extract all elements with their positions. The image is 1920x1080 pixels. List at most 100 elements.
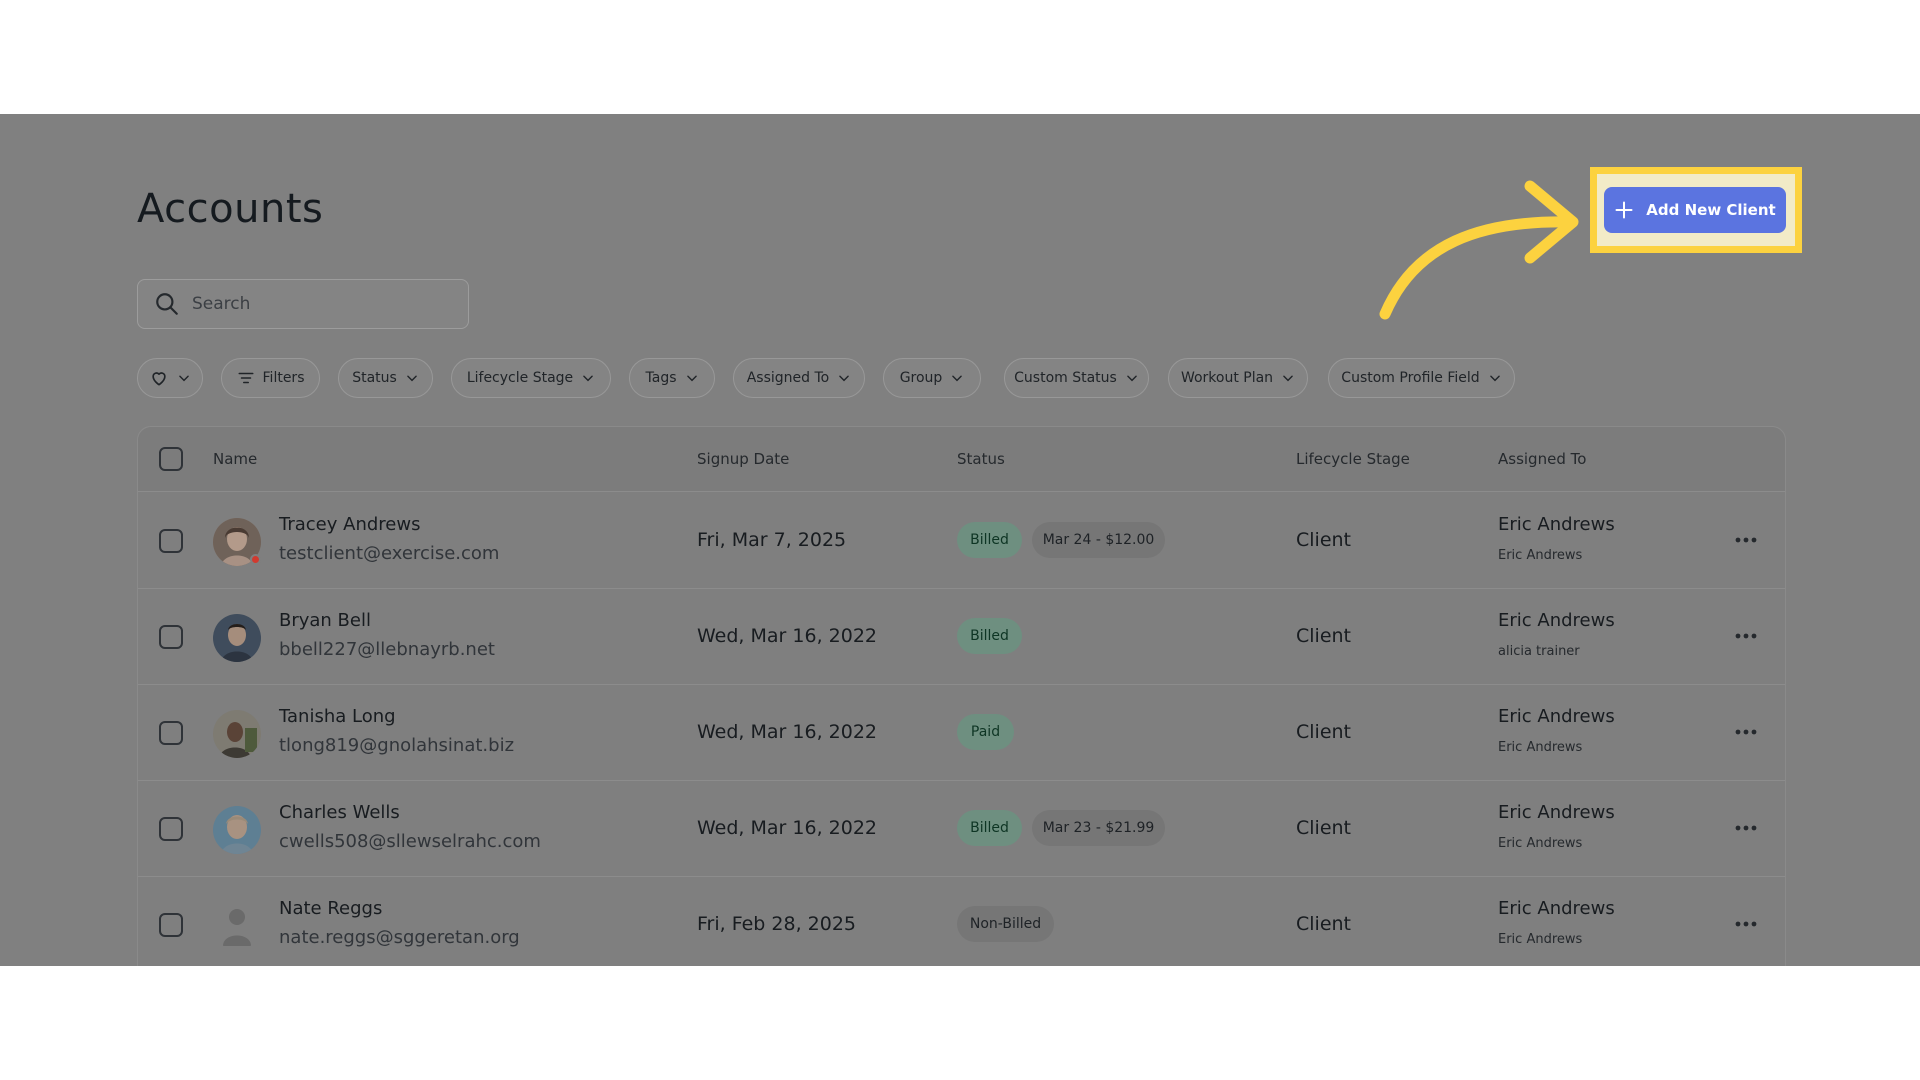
assigned-to-secondary: alicia trainer [1498,644,1580,659]
client-email: testclient@exercise.com [279,543,500,564]
more-options-icon[interactable] [1732,814,1760,842]
lifecycle-stage: Client [1296,529,1352,551]
status-dot [250,554,261,565]
assigned-to: Eric Andrews [1498,802,1615,823]
avatar [213,710,261,758]
status-filter-label: Status [352,370,397,386]
signup-date: Wed, Mar 16, 2022 [697,721,877,743]
assigned-filter-label: Assigned To [746,370,830,386]
status-badge: Billed [957,522,1022,558]
table-header: Name Signup Date Status Lifecycle Stage … [138,427,1785,492]
more-options-icon[interactable] [1732,910,1760,938]
add-new-client-label: Add New Client [1646,201,1776,219]
client-email: tlong819@gnolahsinat.biz [279,735,515,756]
chevron-down-icon [583,375,593,382]
table-row[interactable]: Tracey Andrews testclient@exercise.com F… [138,493,1785,589]
assigned-to-secondary: Eric Andrews [1498,548,1583,563]
client-name[interactable]: Charles Wells [279,802,400,823]
search-box[interactable] [137,279,469,329]
search-input[interactable] [192,294,442,314]
filters-label: Filters [262,370,305,386]
favorites-filter[interactable] [137,358,203,398]
chevron-down-icon [179,375,189,382]
filter-lines-icon [238,372,254,384]
header-assigned-to[interactable]: Assigned To [1498,450,1586,468]
group-filter[interactable]: Group [883,358,981,398]
guide-arrow-icon [1379,180,1579,320]
header-lifecycle-stage[interactable]: Lifecycle Stage [1296,450,1410,468]
more-options-icon[interactable] [1732,526,1760,554]
custom-status-filter[interactable]: Custom Status [1004,358,1149,398]
table-row[interactable]: Tanisha Long tlong819@gnolahsinat.biz We… [138,685,1785,781]
workout-plan-filter-label: Workout Plan [1180,370,1274,386]
status-badge: Billed [957,810,1022,846]
table-row[interactable]: Nate Reggs nate.reggs@sggeretan.org Fri,… [138,877,1785,966]
client-name[interactable]: Bryan Bell [279,610,371,631]
avatar [213,806,261,854]
row-checkbox[interactable] [159,529,183,553]
lifecycle-filter-label: Lifecycle Stage [466,370,574,386]
billing-badge: Mar 23 - $21.99 [1032,810,1165,846]
lifecycle-stage: Client [1296,913,1352,935]
chevron-down-icon [407,375,417,382]
lifecycle-stage: Client [1296,721,1352,743]
chevron-down-icon [1283,375,1293,382]
tags-filter-label: Tags [645,370,677,386]
client-name[interactable]: Nate Reggs [279,898,382,919]
more-options-icon[interactable] [1732,718,1760,746]
assigned-to: Eric Andrews [1498,514,1615,535]
status-badge: Billed [957,618,1022,654]
header-name[interactable]: Name [213,450,257,468]
add-new-client-button[interactable]: Add New Client [1604,187,1786,233]
assigned-to: Eric Andrews [1498,898,1615,919]
lifecycle-filter[interactable]: Lifecycle Stage [451,358,611,398]
more-options-icon[interactable] [1732,622,1760,650]
row-checkbox[interactable] [159,625,183,649]
assigned-to-secondary: Eric Andrews [1498,740,1583,755]
row-checkbox[interactable] [159,721,183,745]
header-status[interactable]: Status [957,450,1005,468]
client-email: cwells508@sllewselrahc.com [279,831,541,852]
custom-profile-filter[interactable]: Custom Profile Field [1328,358,1515,398]
custom-profile-filter-label: Custom Profile Field [1341,370,1480,386]
signup-date: Fri, Mar 7, 2025 [697,529,847,551]
assigned-to-secondary: Eric Andrews [1498,836,1583,851]
assigned-to-secondary: Eric Andrews [1498,932,1583,947]
filters-button[interactable]: Filters [221,358,320,398]
client-email: bbell227@llebnayrb.net [279,639,495,660]
status-badge: Paid [957,714,1014,750]
clients-table: Name Signup Date Status Lifecycle Stage … [137,426,1786,966]
client-name[interactable]: Tracey Andrews [279,514,420,535]
assigned-to: Eric Andrews [1498,610,1615,631]
assigned-filter[interactable]: Assigned To [733,358,865,398]
dimmed-page: Accounts Filters Status Lifecycle Stage … [0,114,1920,966]
row-checkbox[interactable] [159,913,183,937]
client-email: nate.reggs@sggeretan.org [279,927,520,948]
custom-status-filter-label: Custom Status [1014,370,1117,386]
chevron-down-icon [952,375,963,382]
assigned-to: Eric Andrews [1498,706,1615,727]
signup-date: Wed, Mar 16, 2022 [697,817,877,839]
billing-badge: Mar 24 - $12.00 [1032,522,1165,558]
table-row[interactable]: Bryan Bell bbell227@llebnayrb.net Wed, M… [138,589,1785,685]
client-name[interactable]: Tanisha Long [279,706,396,727]
group-filter-label: Group [899,370,943,386]
chevron-down-icon [1127,375,1137,382]
avatar-placeholder-icon [213,902,261,950]
lifecycle-stage: Client [1296,817,1352,839]
plus-icon [1615,201,1633,219]
chevron-down-icon [686,375,697,382]
row-checkbox[interactable] [159,817,183,841]
status-filter[interactable]: Status [338,358,433,398]
lifecycle-stage: Client [1296,625,1352,647]
header-signup-date[interactable]: Signup Date [697,450,789,468]
chevron-down-icon [839,375,850,382]
signup-date: Fri, Feb 28, 2025 [697,913,857,935]
select-all-checkbox[interactable] [159,447,183,471]
workout-plan-filter[interactable]: Workout Plan [1168,358,1308,398]
table-row[interactable]: Charles Wells cwells508@sllewselrahc.com… [138,781,1785,877]
chevron-down-icon [1489,375,1500,382]
signup-date: Wed, Mar 16, 2022 [697,625,877,647]
tags-filter[interactable]: Tags [629,358,715,398]
status-badge: Non-Billed [957,906,1054,942]
